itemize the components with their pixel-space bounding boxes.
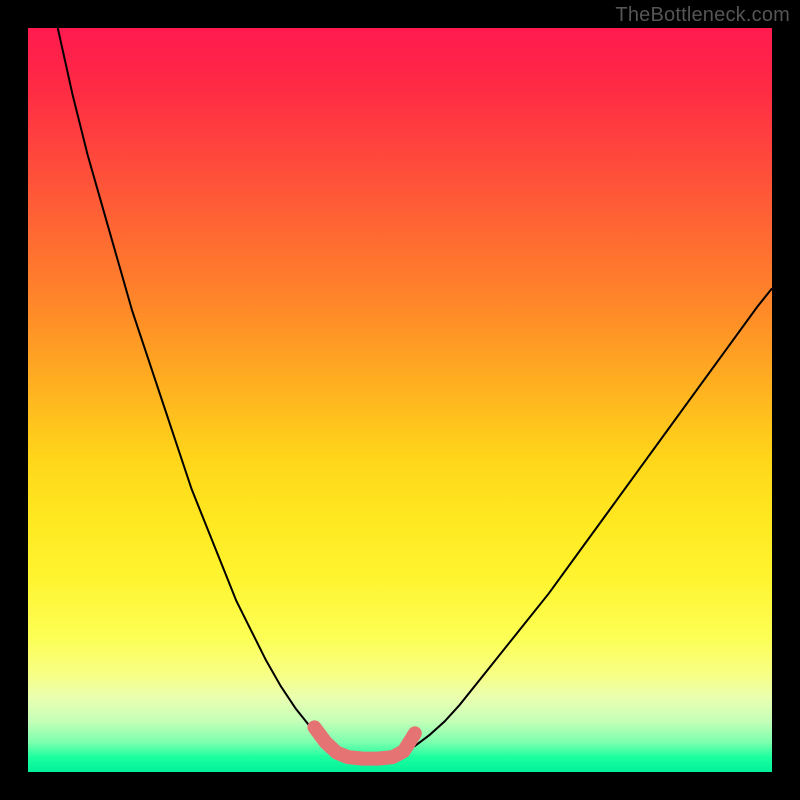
- series-right-curve: [400, 288, 772, 753]
- series-highlight-band: [314, 727, 414, 758]
- series-left-curve: [58, 28, 341, 753]
- watermark-text: TheBottleneck.com: [615, 4, 790, 27]
- outer-frame: TheBottleneck.com: [0, 0, 800, 800]
- chart-svg: [0, 0, 800, 800]
